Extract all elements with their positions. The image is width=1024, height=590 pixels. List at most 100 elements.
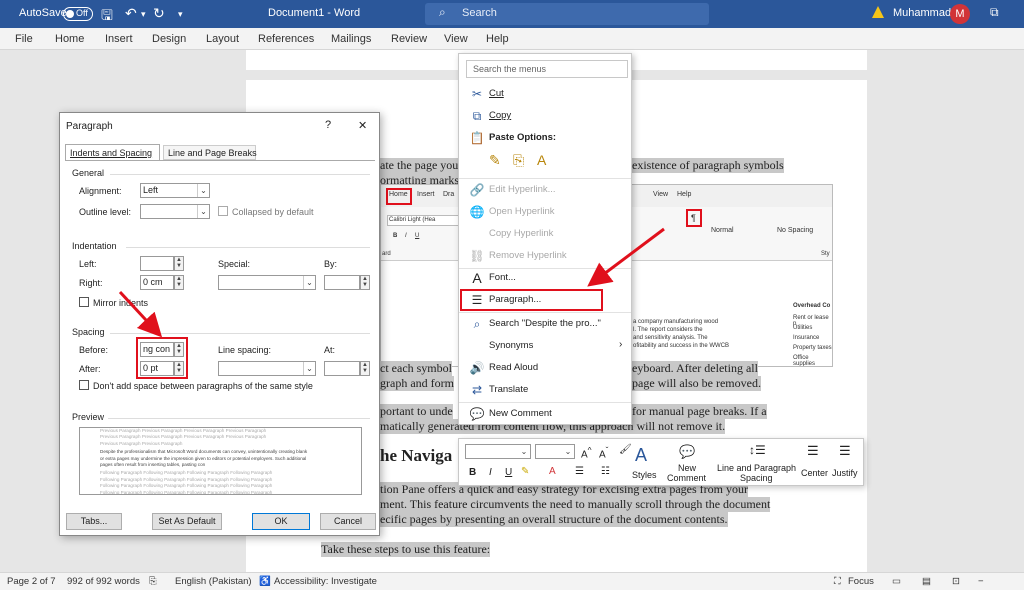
- menu-item-copy-hyperlink[interactable]: Copy Hyperlink: [459, 224, 631, 244]
- styles-icon[interactable]: A: [635, 445, 647, 466]
- new-comment-label-1[interactable]: New: [678, 463, 696, 473]
- alignment-select[interactable]: Left ⌄: [140, 183, 210, 198]
- menu-mailings[interactable]: Mailings: [331, 33, 371, 45]
- proofing-icon[interactable]: ⎘: [149, 576, 157, 587]
- word-count[interactable]: 992 of 992 words: [67, 576, 140, 587]
- menu-item-copy[interactable]: ⧉ Copy: [459, 106, 631, 126]
- menu-help[interactable]: Help: [486, 33, 509, 45]
- menu-design[interactable]: Design: [152, 33, 186, 45]
- by-input[interactable]: [324, 275, 360, 290]
- zoom-out-icon[interactable]: −: [978, 576, 984, 587]
- line-spacing-label-1[interactable]: Line and Paragraph: [717, 463, 796, 473]
- menu-item-font[interactable]: A Font...: [459, 268, 631, 288]
- menu-item-edit-hyperlink[interactable]: 🔗 Edit Hyperlink...: [459, 180, 631, 200]
- grow-font-icon[interactable]: A^: [581, 445, 592, 460]
- right-indent-spinner[interactable]: ▲ ▼: [174, 275, 184, 290]
- paste-keep-formatting-icon[interactable]: ✎: [489, 152, 501, 169]
- shrink-font-icon[interactable]: Aˇ: [599, 445, 608, 460]
- font-name-box[interactable]: ⌄: [465, 444, 531, 459]
- special-select[interactable]: ⌄: [218, 275, 316, 290]
- customize-qat-icon[interactable]: ▾: [178, 9, 183, 20]
- line-spacing-icon[interactable]: ↕☰: [749, 443, 766, 457]
- embedded-styles-label: Sty: [821, 251, 830, 257]
- menu-review[interactable]: Review: [391, 33, 427, 45]
- accessibility-status[interactable]: Accessibility: Investigate: [274, 576, 377, 587]
- by-spinner[interactable]: ▲ ▼: [360, 275, 370, 290]
- title-search-box[interactable]: ⌕ Search: [425, 3, 709, 25]
- styles-label[interactable]: Styles: [632, 470, 657, 480]
- center-label[interactable]: Center: [801, 468, 828, 478]
- tab-indents-spacing[interactable]: Indents and Spacing: [65, 144, 160, 161]
- new-comment-icon[interactable]: 💬: [679, 444, 695, 460]
- tab-line-page-breaks[interactable]: Line and Page Breaks: [163, 145, 257, 160]
- menu-file[interactable]: File: [15, 33, 33, 45]
- menu-item-search[interactable]: ⌕ Search "Despite the pro...": [459, 314, 631, 334]
- menu-item-new-comment[interactable]: 💬 New Comment: [459, 404, 631, 424]
- italic-button[interactable]: I: [489, 467, 492, 478]
- menu-insert[interactable]: Insert: [105, 33, 133, 45]
- undo-dropdown-icon[interactable]: ▾: [141, 9, 146, 20]
- tabs-button[interactable]: Tabs...: [66, 513, 122, 530]
- bold-button[interactable]: B: [469, 467, 476, 478]
- warning-icon[interactable]: [872, 6, 884, 18]
- bullets-icon[interactable]: ☰: [575, 466, 584, 477]
- web-layout-icon[interactable]: ⊡: [952, 576, 960, 587]
- underline-button[interactable]: U: [505, 467, 512, 478]
- right-indent-input[interactable]: 0 cm: [140, 275, 174, 290]
- print-layout-icon[interactable]: ▤: [922, 576, 931, 587]
- menu-item-cut[interactable]: ✂ Cut: [459, 84, 631, 104]
- paste-text-only-icon[interactable]: A: [537, 152, 546, 168]
- help-button[interactable]: ?: [325, 119, 331, 131]
- justify-icon[interactable]: ☰: [839, 443, 851, 459]
- set-as-default-button[interactable]: Set As Default: [152, 513, 222, 530]
- menu-item-open-hyperlink[interactable]: 🌐 Open Hyperlink: [459, 202, 631, 222]
- autosave-toggle[interactable]: Off: [63, 7, 93, 21]
- menu-references[interactable]: References: [258, 33, 314, 45]
- menu-item-synonyms[interactable]: Synonyms ›: [459, 336, 631, 356]
- cancel-button[interactable]: Cancel: [320, 513, 376, 530]
- save-icon[interactable]: 🖫: [101, 5, 113, 29]
- menu-item-read-aloud[interactable]: 🔊 Read Aloud: [459, 358, 631, 378]
- focus-icon: ⛶: [834, 576, 841, 587]
- line-spacing-select[interactable]: ⌄: [218, 361, 316, 376]
- scissors-icon: ✂: [471, 87, 483, 101]
- paste-merge-formatting-icon[interactable]: ⎘: [513, 152, 524, 169]
- font-size-box[interactable]: ⌄: [535, 444, 575, 459]
- chevron-down-icon: ⌄: [197, 205, 209, 218]
- read-mode-icon[interactable]: ▭: [892, 576, 901, 587]
- avatar[interactable]: M: [950, 4, 970, 24]
- menu-home[interactable]: Home: [55, 33, 84, 45]
- dont-add-space-checkbox[interactable]: [79, 380, 89, 390]
- format-painter-icon[interactable]: 🖌: [619, 444, 632, 455]
- mirror-indents-checkbox[interactable]: [79, 297, 89, 307]
- new-comment-label-2[interactable]: Comment: [667, 473, 706, 483]
- undo-icon[interactable]: ↶: [125, 5, 137, 22]
- highlight-icon[interactable]: ✎: [521, 466, 529, 477]
- collapsed-checkbox[interactable]: [218, 206, 228, 216]
- numbering-icon[interactable]: ☷: [601, 466, 610, 477]
- menu-layout[interactable]: Layout: [206, 33, 239, 45]
- ribbon-display-icon[interactable]: ⧉: [990, 5, 999, 20]
- left-indent-input[interactable]: [140, 256, 174, 271]
- ok-button[interactable]: OK: [252, 513, 310, 530]
- menu-item-translate[interactable]: ⇄ Translate: [459, 380, 631, 400]
- redo-icon[interactable]: ↻: [153, 5, 165, 22]
- page-count[interactable]: Page 2 of 7: [7, 576, 56, 587]
- user-name[interactable]: Muhammad: [893, 7, 951, 19]
- menu-item-remove-hyperlink[interactable]: ⛓ Remove Hyperlink: [459, 246, 631, 266]
- focus-button[interactable]: Focus: [848, 576, 874, 587]
- font-color-icon[interactable]: A: [549, 466, 556, 477]
- menu-view[interactable]: View: [444, 33, 468, 45]
- line-spacing-label-2[interactable]: Spacing: [740, 473, 773, 483]
- language[interactable]: English (Pakistan): [175, 576, 252, 587]
- menu-item-label: Remove Hyperlink: [489, 250, 567, 261]
- menu-search-input[interactable]: Search the menus: [466, 60, 628, 78]
- at-spinner[interactable]: ▲ ▼: [360, 361, 370, 376]
- left-indent-spinner[interactable]: ▲ ▼: [174, 256, 184, 271]
- chevron-down-icon: ⌄: [564, 447, 572, 456]
- outline-level-select[interactable]: ⌄: [140, 204, 210, 219]
- close-button[interactable]: ✕: [358, 119, 367, 132]
- center-align-icon[interactable]: ☰: [807, 443, 819, 459]
- justify-label[interactable]: Justify: [832, 468, 858, 478]
- at-input[interactable]: [324, 361, 360, 376]
